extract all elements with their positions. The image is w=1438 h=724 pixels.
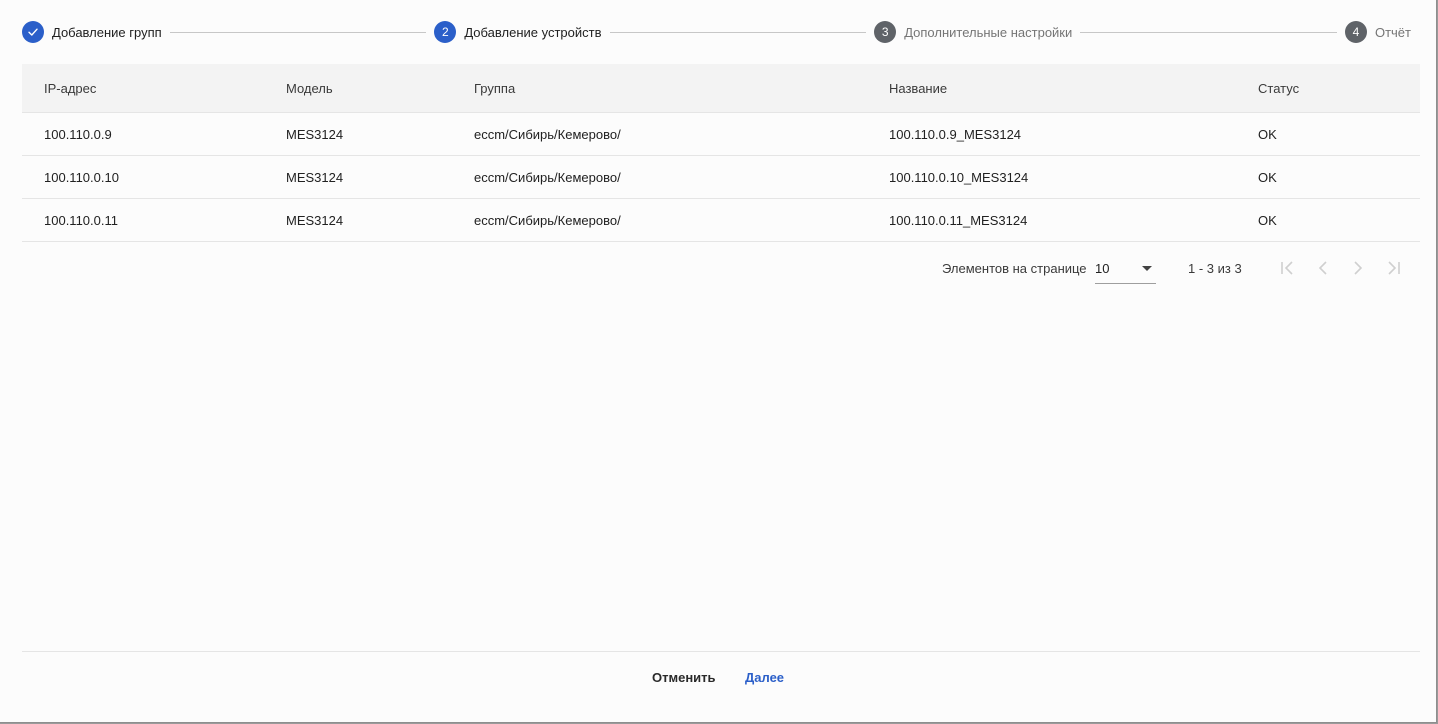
paginator: Элементов на странице 10 1 - 3 из 3 — [0, 250, 1420, 286]
check-icon — [28, 28, 38, 36]
step-number: 3 — [874, 21, 897, 43]
first-page-icon — [1281, 261, 1293, 275]
cell-group: eccm/Сибирь/Кемерово/ — [474, 126, 621, 142]
column-header-group[interactable]: Группа — [474, 81, 515, 96]
next-button[interactable]: Далее — [745, 666, 784, 688]
table-row[interactable]: 100.110.0.11 MES3124 eccm/Сибирь/Кемеров… — [22, 199, 1420, 242]
cell-model: MES3124 — [286, 126, 344, 142]
step-add-groups[interactable]: Добавление групп — [22, 21, 162, 43]
first-page-button[interactable] — [1275, 256, 1299, 280]
page-size-select[interactable]: 10 — [1095, 254, 1156, 284]
step-report[interactable]: 4 Отчёт — [1344, 21, 1411, 43]
cell-status: OK — [1258, 169, 1277, 185]
column-header-model[interactable]: Модель — [286, 81, 333, 96]
step-label: Добавление групп — [52, 24, 162, 40]
cell-name: 100.110.0.9_MES3124 — [889, 126, 1022, 142]
step-connector — [609, 31, 867, 33]
prev-page-icon — [1318, 261, 1327, 275]
table-header: IP-адрес Модель Группа Название Статус — [22, 64, 1420, 113]
prev-page-button[interactable] — [1311, 256, 1335, 280]
column-header-ip[interactable]: IP-адрес — [44, 81, 96, 96]
page-size-value: 10 — [1095, 261, 1110, 276]
step-additional-settings[interactable]: 3 Дополнительные настройки — [874, 21, 1072, 43]
cell-model: MES3124 — [286, 212, 344, 228]
cell-name: 100.110.0.11_MES3124 — [889, 212, 1028, 228]
cell-status: OK — [1258, 126, 1277, 142]
step-label: Дополнительные настройки — [904, 24, 1073, 40]
column-header-status[interactable]: Статус — [1258, 81, 1299, 96]
devices-table: IP-адрес Модель Группа Название Статус 1… — [22, 64, 1420, 242]
cell-ip: 100.110.0.10 — [44, 169, 119, 185]
cell-name: 100.110.0.10_MES3124 — [889, 169, 1029, 185]
table-row[interactable]: 100.110.0.9 MES3124 eccm/Сибирь/Кемерово… — [22, 113, 1420, 156]
column-header-name[interactable]: Название — [889, 81, 947, 96]
cancel-button[interactable]: Отменить — [652, 666, 716, 688]
step-number: 2 — [434, 21, 457, 43]
table-row[interactable]: 100.110.0.10 MES3124 eccm/Сибирь/Кемеров… — [22, 156, 1420, 199]
page-range-label: 1 - 3 из 3 — [1188, 261, 1242, 276]
footer-divider — [22, 651, 1420, 652]
cell-model: MES3124 — [286, 169, 344, 185]
step-done-circle — [22, 21, 44, 43]
page-size-label: Элементов на странице — [942, 261, 1087, 276]
last-page-icon — [1388, 261, 1400, 275]
dropdown-arrow-icon — [1142, 266, 1152, 271]
step-add-devices[interactable]: 2 Добавление устройств — [434, 21, 602, 43]
last-page-button[interactable] — [1382, 256, 1406, 280]
cell-status: OK — [1258, 212, 1277, 228]
step-connector — [169, 31, 427, 33]
stepper: Добавление групп 2 Добавление устройств … — [22, 20, 1411, 44]
cell-group: eccm/Сибирь/Кемерово/ — [474, 169, 621, 185]
next-page-button[interactable] — [1346, 256, 1370, 280]
wizard-dialog: Добавление групп 2 Добавление устройств … — [0, 0, 1437, 723]
step-connector — [1080, 31, 1337, 33]
cell-group: eccm/Сибирь/Кемерово/ — [474, 212, 621, 228]
step-label: Добавление устройств — [464, 24, 602, 40]
next-page-icon — [1354, 261, 1363, 275]
step-number: 4 — [1344, 21, 1367, 43]
cell-ip: 100.110.0.11 — [44, 212, 118, 228]
step-label: Отчёт — [1374, 24, 1411, 40]
cell-ip: 100.110.0.9 — [44, 126, 112, 142]
